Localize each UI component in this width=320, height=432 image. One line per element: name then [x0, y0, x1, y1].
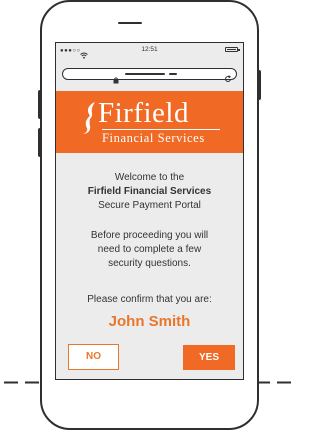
no-button[interactable]: NO	[68, 344, 119, 370]
brand-name: Firfield	[98, 97, 189, 129]
phone-frame: ●●●○○ 12:51 Firfield Financial Services …	[40, 0, 259, 430]
brand-subtitle: Financial Services	[102, 131, 205, 145]
welcome-line-1: Welcome to the	[114, 172, 185, 183]
url-placeholder-end	[169, 73, 177, 75]
welcome-line-2: Firfield Financial Services	[87, 186, 212, 197]
status-bar: ●●●○○ 12:51	[56, 43, 243, 59]
welcome-line-3: Secure Payment Portal	[98, 200, 201, 211]
phone-screen: ●●●○○ 12:51 Firfield Financial Services …	[55, 42, 244, 380]
firfield-logo-icon	[80, 101, 100, 140]
battery-fill	[227, 49, 236, 50]
phone-speaker	[118, 22, 142, 24]
brand-divider	[102, 129, 220, 130]
user-name: John Smith	[108, 313, 191, 330]
confirm-prompt: Please confirm that you are:	[87, 294, 212, 305]
reload-icon[interactable]	[224, 70, 232, 88]
brand-header: Firfield Financial Services	[56, 91, 243, 153]
volume-down-button	[38, 128, 42, 157]
url-placeholder	[125, 73, 165, 75]
yes-button[interactable]: YES	[183, 345, 235, 370]
power-button	[257, 70, 261, 100]
address-bar[interactable]	[62, 68, 237, 84]
battery-icon	[225, 47, 240, 52]
status-time: 12:51	[141, 46, 158, 53]
instructions-line-1: Before proceeding you will	[90, 230, 209, 241]
lock-icon	[113, 71, 119, 89]
instructions-line-3: security questions.	[108, 258, 191, 269]
instructions-line-2: need to complete a few	[97, 244, 202, 255]
volume-up-button	[38, 90, 42, 119]
